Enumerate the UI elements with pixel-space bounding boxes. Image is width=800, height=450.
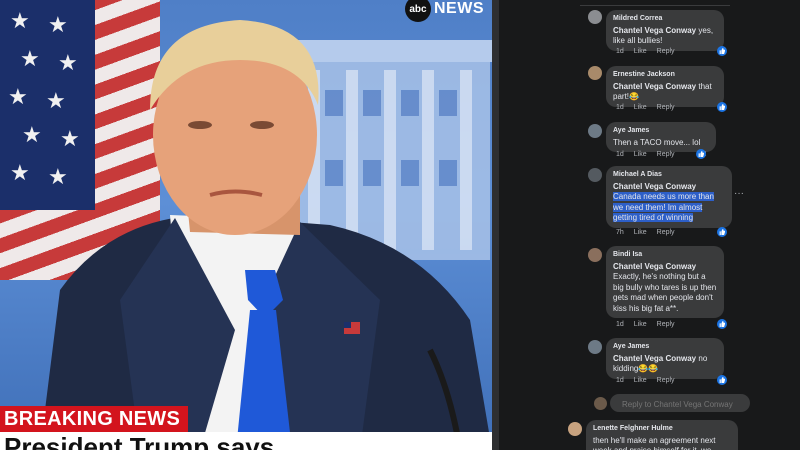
current-user-avatar — [594, 397, 607, 410]
thread-rail — [492, 0, 499, 450]
like-button[interactable]: Like — [634, 321, 647, 328]
comment-bubble: Aye James Chantel Vega Conway no kidding… — [606, 338, 724, 379]
reply-button[interactable]: Reply — [657, 321, 675, 328]
comment-actions: 1d Like Reply — [616, 104, 675, 111]
avatar[interactable] — [588, 124, 602, 138]
comments-panel: Mildred Correa Chantel Vega Conway yes, … — [492, 0, 800, 450]
more-options-icon[interactable]: ··· — [734, 188, 744, 199]
speaker-figure — [40, 20, 492, 450]
divider — [580, 5, 730, 6]
comment-time[interactable]: 1d — [616, 377, 624, 384]
reply-button[interactable]: Reply — [657, 229, 675, 236]
comment-mention[interactable]: Chantel Vega Conway — [613, 26, 696, 35]
comment-text: then he'll make an agreement next week a… — [593, 435, 716, 450]
like-icon[interactable] — [717, 375, 727, 385]
comment-bubble: Bindi Isa Chantel Vega Conway Exactly, h… — [606, 246, 724, 318]
comment-author[interactable]: Aye James — [613, 126, 709, 137]
comment-text: Exactly, he's nothing but a big bully wh… — [613, 272, 717, 313]
reply-button[interactable]: Reply — [657, 104, 675, 111]
comment-bubble: Michael A Dias Chantel Vega Conway Canad… — [606, 166, 732, 228]
comment-actions: 1d Like Reply — [616, 377, 675, 384]
breaking-news-banner: BREAKING NEWS — [0, 406, 189, 433]
like-button[interactable]: Like — [634, 377, 647, 384]
logo-word: NEWS — [434, 0, 484, 17]
like-icon[interactable] — [717, 227, 727, 237]
comment-mention[interactable]: Chantel Vega Conway — [613, 262, 696, 271]
comment-time[interactable]: 7h — [616, 229, 624, 236]
like-button[interactable]: Like — [634, 48, 647, 55]
avatar[interactable] — [588, 10, 602, 24]
like-icon[interactable] — [717, 319, 727, 329]
comment-actions: 1d Like Reply 2 — [616, 151, 706, 158]
comment-bubble: Aye James Then a TACO move... lol — [606, 122, 716, 152]
comment-time[interactable]: 1d — [616, 321, 624, 328]
reply-input[interactable] — [620, 396, 769, 412]
like-button[interactable]: Like — [634, 104, 647, 111]
avatar[interactable] — [588, 248, 602, 262]
avatar[interactable] — [588, 168, 602, 182]
comment-actions: 1d Like Reply — [616, 321, 675, 328]
comment-actions: 7h Like Reply — [616, 229, 675, 236]
comment-bubble: Mildred Correa Chantel Vega Conway yes, … — [606, 10, 724, 51]
comment-author[interactable]: Michael A Dias — [613, 170, 725, 181]
comment-actions: 1d Like Reply 4 — [616, 48, 726, 55]
comment-text: Then a TACO move... lol — [613, 137, 701, 147]
avatar[interactable] — [568, 422, 582, 436]
reply-button[interactable]: Reply — [657, 377, 675, 384]
comment-author[interactable]: Lenette Felghner Hulme — [593, 424, 731, 435]
like-icon[interactable] — [696, 149, 706, 159]
like-button[interactable]: Like — [634, 229, 647, 236]
comment-author[interactable]: Mildred Correa — [613, 14, 717, 25]
comment-bubble: Lenette Felghner Hulme then he'll make a… — [586, 420, 738, 450]
like-button[interactable]: Like — [634, 151, 647, 158]
comment-mention[interactable]: Chantel Vega Conway — [613, 82, 696, 91]
news-video-frame[interactable]: ★ ★ ★ ★ ★ ★ ★ ★ ★ ★ abc NEWS BREAKING NE… — [0, 0, 492, 450]
comment-bubble: Ernestine Jackson Chantel Vega Conway th… — [606, 66, 724, 107]
comment-time[interactable]: 1d — [616, 48, 624, 55]
like-icon[interactable] — [717, 46, 727, 56]
avatar[interactable] — [588, 340, 602, 354]
like-icon[interactable] — [717, 102, 727, 112]
news-headline: President Trump says — [0, 432, 492, 450]
screen: ★ ★ ★ ★ ★ ★ ★ ★ ★ ★ abc NEWS BREAKING NE… — [0, 0, 800, 450]
abc-news-logo: abc NEWS — [405, 0, 484, 22]
comment-time[interactable]: 1d — [616, 104, 624, 111]
avatar[interactable] — [588, 66, 602, 80]
logo-mark: abc — [405, 0, 431, 22]
reply-button[interactable]: Reply — [657, 151, 675, 158]
reply-button[interactable]: Reply — [657, 48, 675, 55]
comment-mention[interactable]: Chantel Vega Conway — [613, 354, 696, 363]
comment-mention[interactable]: Chantel Vega Conway — [613, 182, 725, 193]
comment-author[interactable]: Aye James — [613, 342, 717, 353]
reply-box[interactable] — [610, 394, 769, 412]
comment-text-selected: Canada needs us more than we need them! … — [613, 192, 714, 222]
comment-time[interactable]: 1d — [616, 151, 624, 158]
comment-author[interactable]: Ernestine Jackson — [613, 70, 717, 81]
comment-author[interactable]: Bindi Isa — [613, 250, 717, 261]
